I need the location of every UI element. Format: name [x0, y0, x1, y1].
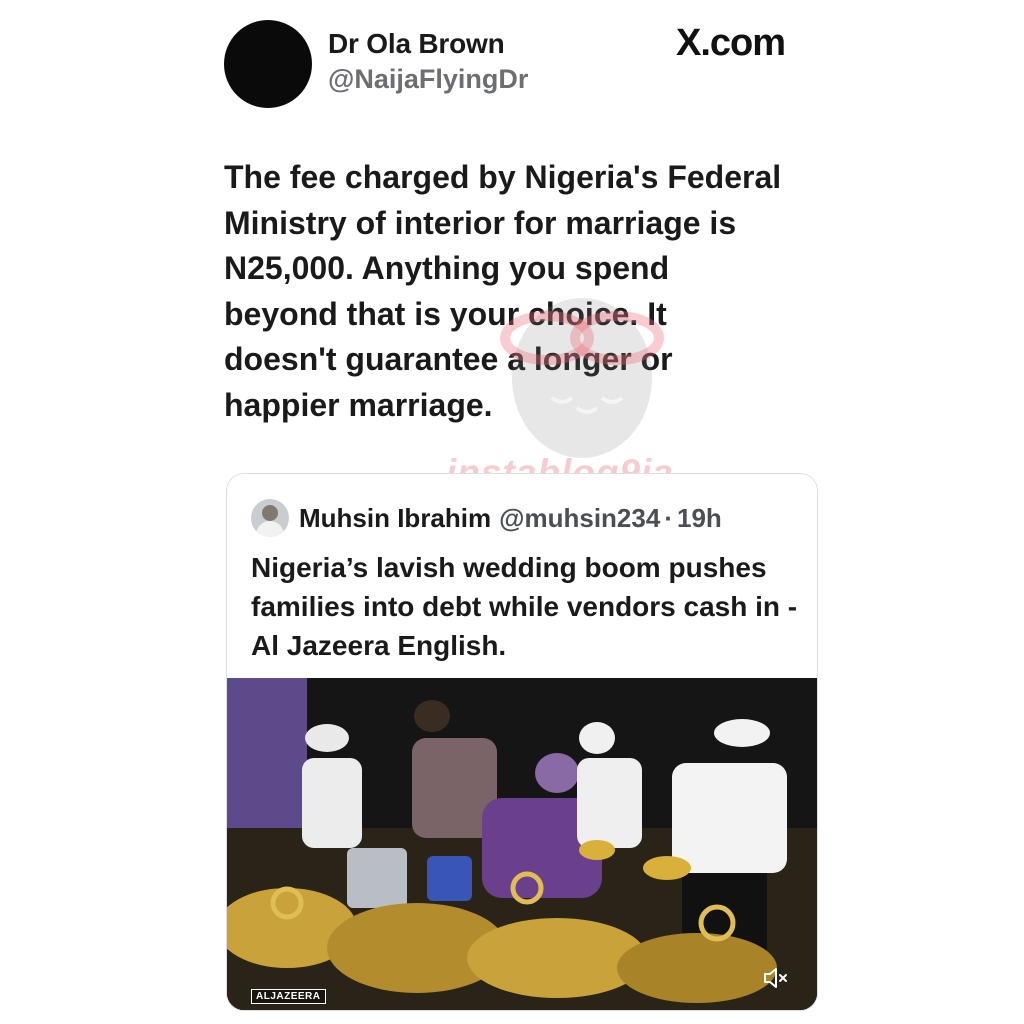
quoted-post-card[interactable]: Muhsin Ibrahim @muhsin234 · 19h Nigeria’…	[226, 473, 818, 1011]
video-frame-image	[227, 678, 817, 1010]
quoted-author-handle[interactable]: @muhsin234	[499, 503, 660, 534]
quoted-author-name[interactable]: Muhsin Ibrahim	[299, 503, 491, 534]
speaker-muted-icon[interactable]	[763, 966, 789, 990]
quoted-author-avatar[interactable]	[251, 499, 289, 537]
quoted-separator: ·	[664, 502, 673, 533]
author-handle[interactable]: @NaijaFlyingDr	[328, 64, 528, 95]
post-text: The fee charged by Nigeria's Federal Min…	[224, 159, 782, 423]
brand-logo: X.com	[676, 22, 786, 64]
quoted-post-header: Muhsin Ibrahim @muhsin234 · 19h	[251, 498, 722, 538]
author-avatar[interactable]	[224, 20, 312, 108]
quoted-post-text: Nigeria’s lavish wedding boom pushes fam…	[251, 552, 798, 661]
quoted-post-time[interactable]: 19h	[677, 503, 722, 534]
author-name[interactable]: Dr Ola Brown	[328, 28, 505, 60]
media-source-badge: ALJAZEERA	[251, 989, 326, 1004]
quoted-post-video[interactable]: ALJAZEERA	[227, 678, 817, 1010]
